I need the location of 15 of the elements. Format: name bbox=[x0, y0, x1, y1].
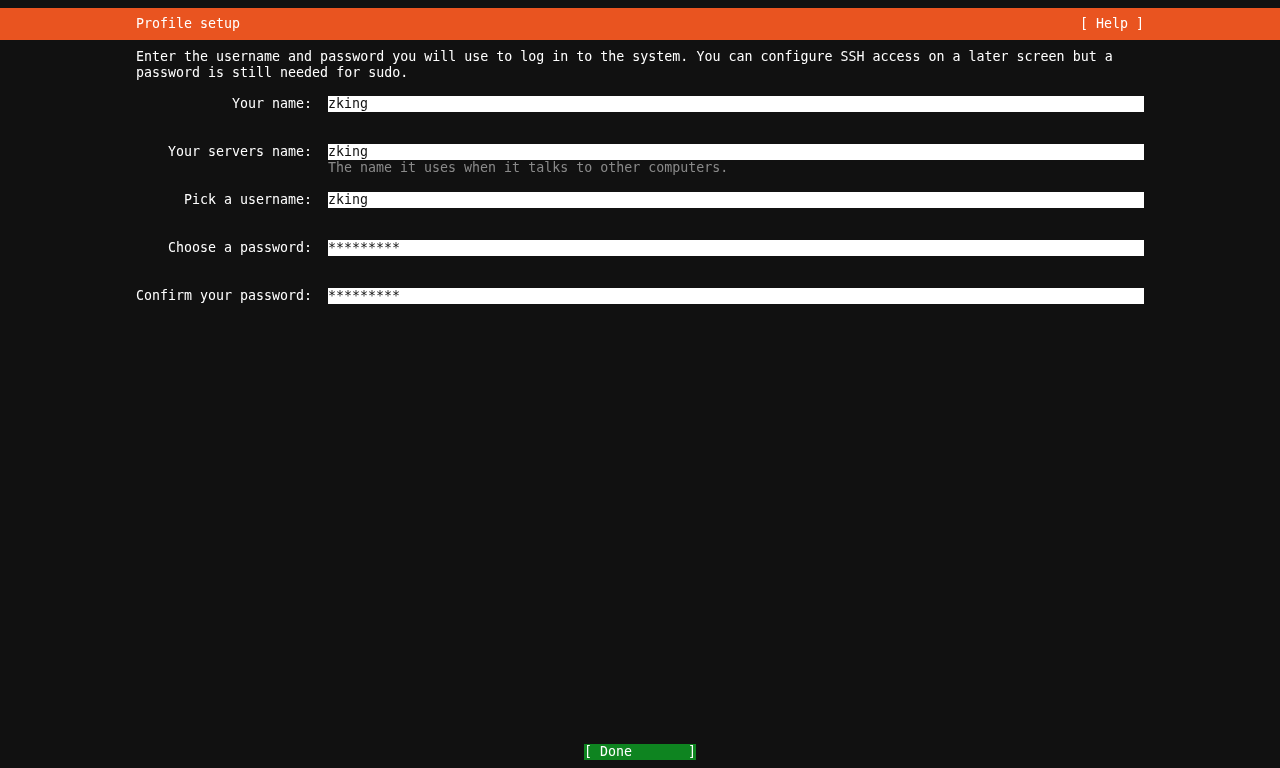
input-field[interactable]: zking bbox=[328, 192, 1144, 208]
screen-title: Profile setup bbox=[136, 16, 241, 32]
input-field[interactable]: zking bbox=[328, 144, 1144, 160]
field-label: Your name: bbox=[230, 96, 312, 112]
input-field[interactable]: ********* bbox=[328, 240, 1144, 256]
field-label: Pick a username: bbox=[182, 192, 312, 208]
field-label: Confirm your password: bbox=[136, 288, 312, 304]
input-field[interactable]: zking bbox=[328, 96, 1144, 112]
done-button[interactable]: [ Done ] bbox=[583, 744, 697, 760]
description-text: Enter the username and password you will use to log in to the system. You can configure SSH access on a later screen but a password is still needed for sudo. bbox=[136, 49, 1114, 81]
field-label: Your servers name: bbox=[166, 144, 312, 160]
field-label: Choose a password: bbox=[166, 240, 312, 256]
input-field[interactable]: ********* bbox=[328, 288, 1144, 304]
help-button[interactable]: [ Help ] bbox=[1079, 16, 1144, 32]
field-hint: The name it uses when it talks to other computers. bbox=[328, 160, 730, 176]
